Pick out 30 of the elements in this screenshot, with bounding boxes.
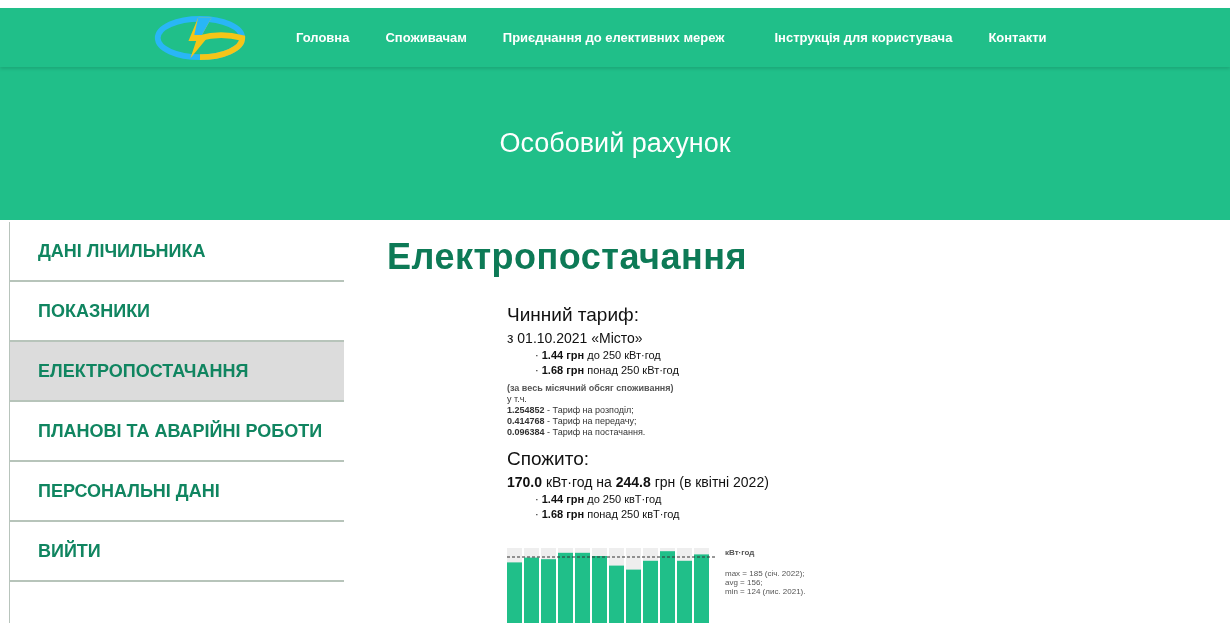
tariff-period: з 01.10.2021 «Місто» — [507, 330, 644, 346]
tariff-component: 0.414768 - Тариф на передачу; — [507, 416, 637, 426]
consumption-rate: · 1.44 грн до 250 квТ·год — [535, 493, 662, 505]
nav-link[interactable]: Приєднання до елективних мереж — [502, 30, 725, 45]
chart-stat: min = 124 (лис. 2021). — [725, 587, 806, 596]
nav-link[interactable]: Головна — [296, 30, 350, 45]
nav-link[interactable]: Контакти — [988, 30, 1047, 45]
consumption-summary: 170.0 кВт·год на 244.8 грн (в квітні 2022) — [507, 474, 769, 490]
tariff-component: 0.096384 - Тариф на постачання. — [507, 427, 646, 437]
including-label: у т.ч. — [507, 394, 527, 404]
logo-icon[interactable] — [152, 13, 248, 62]
tariff-component: 1.254852 - Тариф на розподіл; — [507, 405, 634, 415]
sidebar-item[interactable]: ЕЛЕКТРОПОСТАЧАННЯ — [10, 342, 344, 402]
section-heading: Електропостачання — [387, 236, 748, 278]
chart-unit: кВт·год — [725, 548, 755, 557]
page-title: Особовий рахунок — [499, 128, 731, 159]
tariff-rate: · 1.68 грн понад 250 кВт·год — [535, 364, 679, 376]
sidebar-item[interactable]: ПЛАНОВІ ТА АВАРІЙНІ РОБОТИ — [10, 402, 344, 462]
consumption-rate: · 1.68 грн понад 250 квТ·год — [535, 508, 680, 520]
tariff-title: Чинний тариф: — [507, 304, 640, 326]
nav-link[interactable]: Інструкція для користувача — [774, 30, 953, 45]
sidebar-item[interactable]: ПЕРСОНАЛЬНІ ДАНІ — [10, 462, 344, 522]
chart-stat: max = 185 (січ. 2022); — [725, 569, 805, 578]
sidebar-item[interactable]: ВИЙТИ — [10, 522, 344, 582]
tariff-note: (за весь місячний обсяг споживання) — [507, 383, 674, 393]
tariff-rate: · 1.44 грн до 250 кВт·год — [535, 349, 661, 361]
consumed-title: Спожито: — [507, 448, 591, 470]
sidebar-item[interactable]: ДАНІ ЛІЧИЛЬНИКА — [10, 222, 344, 282]
chart-stat: avg = 156; — [725, 578, 763, 587]
nav-link[interactable]: Споживачам — [385, 30, 467, 45]
